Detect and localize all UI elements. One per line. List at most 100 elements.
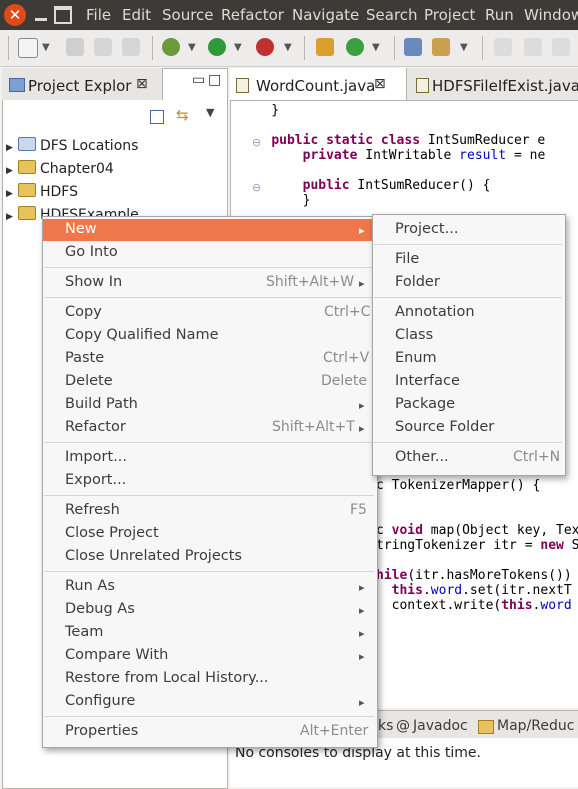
close-icon[interactable]: ✕ <box>4 4 26 26</box>
menu-item-export[interactable]: Export... <box>65 472 126 488</box>
menu-item-debug-as[interactable]: Debug As <box>65 601 135 617</box>
maximize-icon[interactable] <box>54 6 72 24</box>
menu-item-compare-with[interactable]: Compare With <box>65 647 168 663</box>
folder-icon <box>18 160 36 174</box>
tree-item-hdfs[interactable]: ▶ HDFS <box>6 183 78 200</box>
tab-tasks[interactable]: ks <box>378 718 393 734</box>
menu-search[interactable]: Search <box>366 6 418 24</box>
code-line: this.word.set(itr.nextT <box>391 583 572 598</box>
menu-item-show-in[interactable]: Show In <box>65 274 122 290</box>
menu-shortcut: Shift+Alt+W <box>266 274 355 290</box>
run-icon[interactable] <box>208 38 226 56</box>
save-all-icon[interactable] <box>94 38 112 56</box>
menu-item-import[interactable]: Import... <box>65 449 127 465</box>
chevron-down-icon[interactable]: ▼ <box>234 42 242 53</box>
submenu-item-other[interactable]: Other... <box>395 449 449 465</box>
menu-shortcut: Ctrl+N <box>513 449 561 465</box>
chevron-down-icon[interactable]: ▼ <box>188 42 196 53</box>
menu-item-new[interactable]: New <box>65 221 97 237</box>
submenu-item-project[interactable]: Project... <box>395 221 458 237</box>
folder-icon <box>18 183 36 197</box>
minimize-icon[interactable]: ▭ <box>192 72 205 88</box>
menu-item-copy-qualified-name[interactable]: Copy Qualified Name <box>65 327 219 343</box>
menu-shortcut: Ctrl+V <box>323 350 370 366</box>
menu-item-paste[interactable]: Paste <box>65 350 104 366</box>
menu-project[interactable]: Project <box>424 6 475 24</box>
menu-separator <box>44 297 374 298</box>
folder-icon <box>18 206 36 220</box>
maximize-icon[interactable]: □ <box>208 72 221 88</box>
collapse-all-icon[interactable] <box>150 110 164 124</box>
menu-item-build-path[interactable]: Build Path <box>65 396 138 412</box>
print-icon[interactable] <box>122 38 140 56</box>
expand-icon[interactable]: ▶ <box>6 212 16 222</box>
menu-source[interactable]: Source <box>162 6 214 24</box>
minimize-icon[interactable] <box>31 4 51 26</box>
debug-icon[interactable] <box>162 38 180 56</box>
submenu-item-source-folder[interactable]: Source Folder <box>395 419 494 435</box>
menu-navigate[interactable]: Navigate <box>292 6 359 24</box>
menu-window[interactable]: Window <box>524 6 578 24</box>
menu-item-go-into[interactable]: Go Into <box>65 244 118 260</box>
code-line: hile(itr.hasMoreTokens()) <box>376 568 572 583</box>
close-icon[interactable]: ⊠ <box>374 76 386 92</box>
tab-javadoc[interactable]: Javadoc <box>413 718 468 734</box>
menu-item-delete[interactable]: Delete <box>65 373 113 389</box>
chevron-down-icon[interactable]: ▼ <box>372 42 380 53</box>
tab-hdfsfileifexist-java[interactable]: HDFSFileIfExist.java <box>432 77 578 95</box>
menu-item-refresh[interactable]: Refresh <box>65 502 120 518</box>
submenu-item-package[interactable]: Package <box>395 396 455 412</box>
tree-item-chapter04[interactable]: ▶ Chapter04 <box>6 160 114 177</box>
chevron-down-icon[interactable]: ▼ <box>42 42 50 53</box>
next-annotation-icon[interactable] <box>524 38 542 56</box>
expand-icon[interactable]: ▶ <box>6 189 16 199</box>
menu-item-restore-local-history[interactable]: Restore from Local History... <box>65 670 269 686</box>
menu-item-run-as[interactable]: Run As <box>65 578 115 594</box>
menu-item-refactor[interactable]: Refactor <box>65 419 126 435</box>
menu-shortcut: Ctrl+C <box>324 304 371 320</box>
menu-file[interactable]: File <box>86 6 111 24</box>
new-icon[interactable] <box>18 38 38 58</box>
annotation-icon[interactable] <box>494 38 512 56</box>
fold-icon[interactable]: ⊖ <box>252 181 261 194</box>
search-icon[interactable] <box>432 38 450 56</box>
menu-item-configure[interactable]: Configure <box>65 693 135 709</box>
link-editor-icon[interactable]: ⇆ <box>176 106 189 124</box>
new-class-icon[interactable] <box>346 38 364 56</box>
java-file-icon <box>416 78 429 93</box>
submenu-arrow-icon: ▸ <box>359 627 365 640</box>
submenu-item-class[interactable]: Class <box>395 327 433 343</box>
menu-item-close-project[interactable]: Close Project <box>65 525 159 541</box>
menu-refactor[interactable]: Refactor <box>221 6 284 24</box>
tree-item-dfs-locations[interactable]: ▶ DFS Locations <box>6 137 138 154</box>
expand-icon[interactable]: ▶ <box>6 166 16 176</box>
chevron-down-icon[interactable]: ▼ <box>284 42 292 53</box>
submenu-arrow-icon: ▸ <box>359 277 365 290</box>
submenu-item-annotation[interactable]: Annotation <box>395 304 475 320</box>
menu-item-team[interactable]: Team <box>65 624 103 640</box>
chevron-down-icon[interactable]: ▼ <box>460 42 468 53</box>
menu-run[interactable]: Run <box>485 6 514 24</box>
code-line: public IntSumReducer() { <box>302 178 491 193</box>
submenu-item-interface[interactable]: Interface <box>395 373 460 389</box>
close-icon[interactable]: ⊠ <box>136 76 148 92</box>
open-type-icon[interactable] <box>404 38 422 56</box>
submenu-item-folder[interactable]: Folder <box>395 274 440 290</box>
external-tools-icon[interactable] <box>256 38 274 56</box>
submenu-arrow-icon: ▸ <box>359 422 365 435</box>
fold-icon[interactable]: ⊖ <box>252 136 261 149</box>
menu-edit[interactable]: Edit <box>122 6 151 24</box>
menu-item-properties[interactable]: Properties <box>65 723 138 739</box>
prev-annotation-icon[interactable] <box>552 38 570 56</box>
view-menu-icon[interactable]: ▼ <box>206 106 214 119</box>
expand-icon[interactable]: ▶ <box>6 143 16 153</box>
new-java-project-icon[interactable] <box>316 38 334 56</box>
submenu-item-enum[interactable]: Enum <box>395 350 437 366</box>
submenu-item-file[interactable]: File <box>395 251 419 267</box>
menu-item-close-unrelated-projects[interactable]: Close Unrelated Projects <box>65 548 242 564</box>
at-icon: @ <box>396 718 410 734</box>
save-icon[interactable] <box>66 38 84 56</box>
submenu-arrow-icon: ▸ <box>359 604 365 617</box>
menu-item-copy[interactable]: Copy <box>65 304 102 320</box>
tab-mapreduce[interactable]: Map/Reduc <box>497 718 574 734</box>
